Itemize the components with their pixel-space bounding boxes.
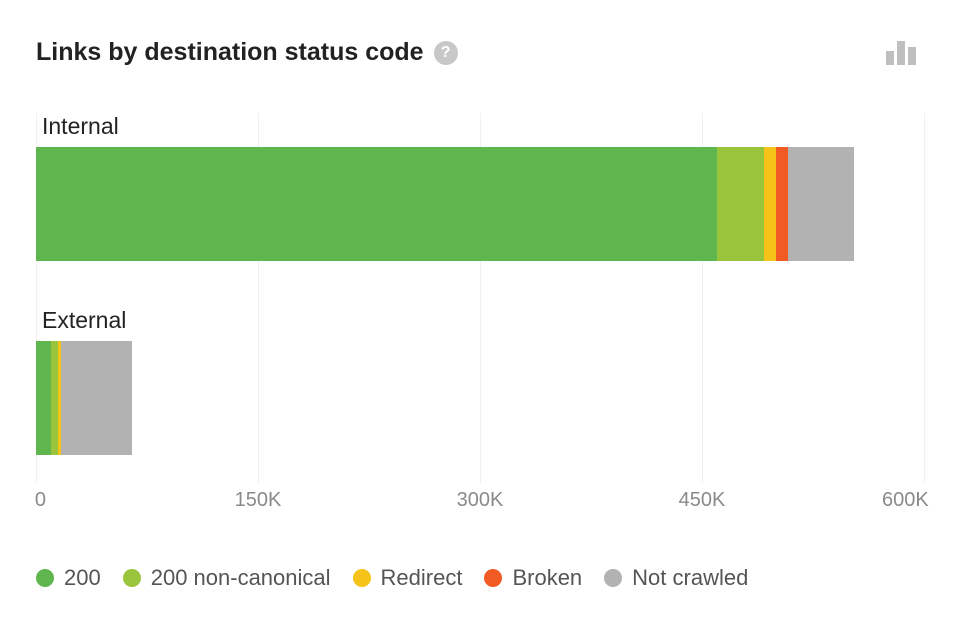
- chart-plot: InternalExternal 0150K300K450K600K: [36, 113, 924, 505]
- legend-item[interactable]: Broken: [484, 565, 582, 591]
- bar-segment[interactable]: [776, 147, 788, 261]
- legend-item[interactable]: 200: [36, 565, 101, 591]
- legend-item[interactable]: 200 non-canonical: [123, 565, 331, 591]
- chart-title: Links by destination status code: [36, 38, 424, 67]
- legend-label: 200 non-canonical: [151, 565, 331, 591]
- legend-label: Redirect: [381, 565, 463, 591]
- x-tick-label: 300K: [457, 489, 504, 512]
- legend-label: 200: [64, 565, 101, 591]
- x-tick-label: 0: [35, 489, 46, 512]
- bar-segment[interactable]: [764, 147, 776, 261]
- gridline: [924, 113, 925, 483]
- legend-swatch: [353, 569, 371, 587]
- bar-segment[interactable]: [61, 341, 132, 455]
- category-label: External: [42, 307, 126, 334]
- legend-swatch: [36, 569, 54, 587]
- bar-segment[interactable]: [36, 341, 51, 455]
- legend-label: Broken: [512, 565, 582, 591]
- legend-item[interactable]: Redirect: [353, 565, 463, 591]
- x-tick-label: 450K: [679, 489, 726, 512]
- x-tick-label: 600K: [882, 489, 929, 512]
- bar-segment[interactable]: [51, 341, 58, 455]
- title-wrap: Links by destination status code ?: [36, 38, 458, 67]
- stacked-bar: [36, 147, 854, 261]
- legend-swatch: [123, 569, 141, 587]
- legend-item[interactable]: Not crawled: [604, 565, 748, 591]
- chart-header: Links by destination status code ?: [36, 38, 924, 67]
- legend-label: Not crawled: [632, 565, 748, 591]
- legend-swatch: [604, 569, 622, 587]
- help-icon[interactable]: ?: [434, 41, 458, 65]
- bar-segment[interactable]: [717, 147, 764, 261]
- bar-chart-icon[interactable]: [886, 41, 924, 65]
- category-label: Internal: [42, 113, 119, 140]
- bar-segment[interactable]: [788, 147, 855, 261]
- x-tick-label: 150K: [235, 489, 282, 512]
- legend-swatch: [484, 569, 502, 587]
- bar-segment[interactable]: [36, 147, 717, 261]
- chart-legend: 200 200 non-canonical Redirect Broken Not cr…: [36, 565, 924, 591]
- stacked-bar: [36, 341, 132, 455]
